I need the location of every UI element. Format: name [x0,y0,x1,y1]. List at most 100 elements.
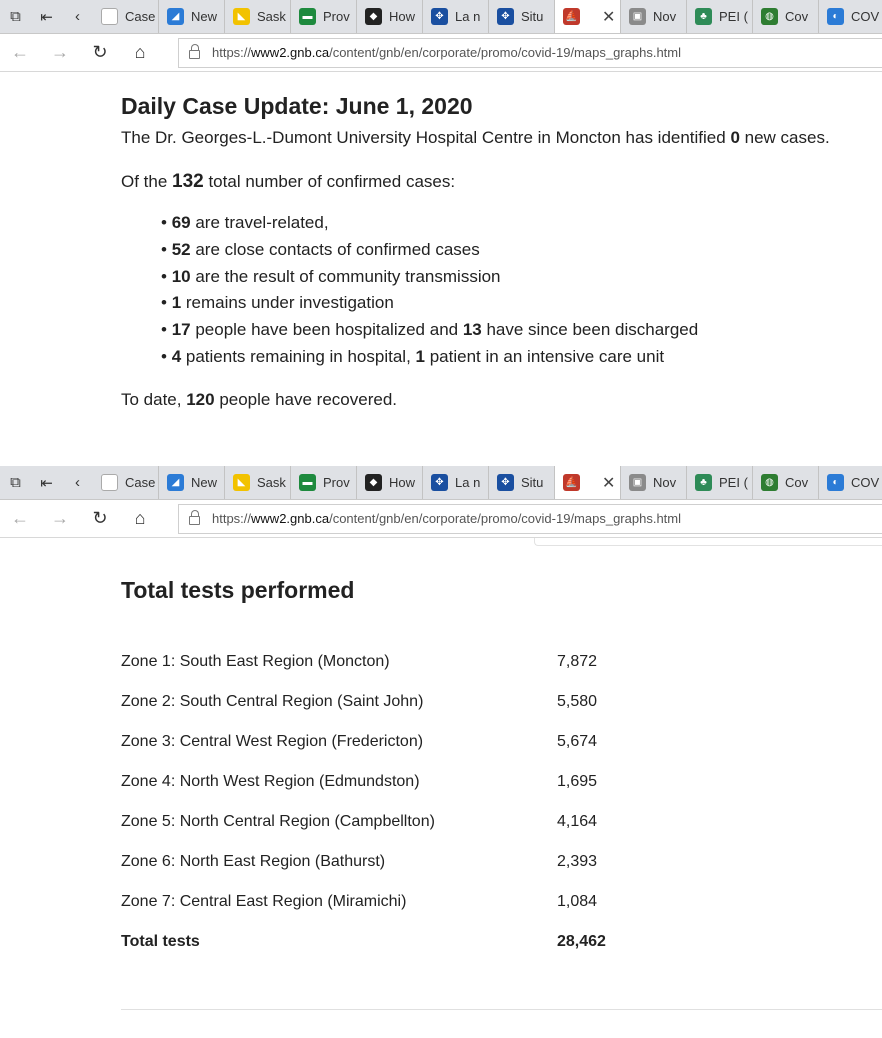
table-row: Zone 5: North Central Region (Campbellto… [121,813,882,853]
fact-number: 1 [415,346,425,366]
browser-tab[interactable]: ◐ COV [819,466,882,499]
tab-label: PEI ( [719,9,748,24]
browser-tab[interactable]: ▣ Nov [621,0,687,33]
fact-number: 69 [171,213,191,232]
browser-tab[interactable]: ♣ PEI ( [687,0,753,33]
browser-tab[interactable]: Case [93,0,159,33]
tab-favicon-icon: ▬ [299,8,316,25]
new-cases-count: 0 [730,128,740,147]
refresh-icon[interactable]: ↻ [80,508,120,529]
fact-number: 13 [462,320,482,340]
tab-favicon-icon: ◣ [233,8,250,25]
tab-strip: Case ◢ New ◣ Sask ▬ Prov ◆ How ✥ La n ✥ Situ ⛵ ✕ ▣ Nov ♣ P… [93,466,882,499]
tab-favicon-icon: ◍ [761,8,778,25]
daily-update-title: Daily Case Update: June 1, 2020 [121,93,473,119]
tab-favicon-icon: ◐ [827,474,844,491]
tab-label: Prov [323,9,350,24]
zone-test-count: 2,393 [557,853,598,870]
navigation-bar: ← → ↻ ⌂ https://www2.gnb.ca/content/gnb/… [0,500,882,538]
browser-tab[interactable]: ⛵ ✕ [555,0,621,33]
home-icon[interactable]: ⌂ [120,42,160,63]
fact-number: 1 [171,293,182,313]
browser-tab[interactable]: ✥ Situ [489,0,555,33]
browser-tab[interactable]: ▣ Nov [621,466,687,499]
recovered-text: To date, [121,389,187,409]
browser-tab[interactable]: ◍ Cov [753,0,819,33]
refresh-icon[interactable]: ↻ [80,42,120,63]
tab-favicon-icon: ⛵ [563,474,580,491]
address-bar[interactable]: https://www2.gnb.ca/content/gnb/en/corpo… [178,503,882,534]
browser-tab[interactable]: ◆ How [357,0,423,33]
set-aside-tabs-icon[interactable]: ⇤ [31,0,62,33]
table-row: Zone 2: South Central Region (Saint John… [121,693,882,733]
tab-label: Cov [785,475,809,490]
home-icon[interactable]: ⌂ [120,508,160,529]
fact-text: remains under investigation [181,293,394,313]
zone-test-count: 1,695 [557,773,598,790]
browser-tab[interactable]: ◢ New [159,466,225,499]
tab-bar: ⧉ ⇤ ‹ Case ◢ New ◣ Sask ▬ Prov ◆ How ✥ La n ✥ Situ ⛵ ✕… [0,466,882,500]
table-row: Zone 6: North East Region (Bathurst) 2,39… [121,853,882,893]
recovered-paragraph: To date, 120 people have recovered. [121,388,882,412]
fact-text: people have been hospitalized and [190,320,463,340]
back-arrow-icon[interactable]: ← [0,42,40,63]
tests-section: Total tests performed Zone 1: South East… [121,545,882,973]
tab-favicon-icon: ◢ [167,474,184,491]
hospital-text-end: new cases. [739,128,830,147]
zone-test-count: 7,872 [557,653,598,670]
section-divider [121,1009,882,1010]
browser-tab[interactable]: ◍ Cov [753,466,819,499]
tab-favicon-icon: ✥ [497,474,514,491]
close-tab-icon[interactable]: ✕ [602,7,615,27]
browser-tab[interactable]: ▬ Prov [291,466,357,499]
hospital-text: The Dr. Georges-L.-Dumont University Hos… [121,128,731,147]
fact-number: 52 [171,239,191,259]
tab-favicon-icon [101,474,118,491]
tab-label: COV [851,475,880,490]
browser-tab[interactable]: ◢ New [159,0,225,33]
navigation-bar: ← → ↻ ⌂ https://www2.gnb.ca/content/gnb/… [0,34,882,72]
browser-tab[interactable]: Case [93,466,159,499]
tab-actions-icon[interactable]: ⧉ [0,466,31,499]
total-label: Total tests [121,933,200,950]
tab-label: La n [455,475,481,490]
tab-favicon-icon: ✥ [431,8,448,25]
recovered-count: 120 [186,389,215,409]
url-path: /content/gnb/en/corporate/promo/covid-19… [329,45,681,60]
tab-favicon-icon: ▬ [299,474,316,491]
close-tab-icon[interactable]: ✕ [602,473,615,493]
scroll-tabs-left-icon[interactable]: ‹ [62,0,93,33]
browser-window-top: ⧉ ⇤ ‹ Case ◢ New ◣ Sask ▬ Prov ◆ How ✥ La n ✥ Situ ⛵ ✕… [0,0,882,72]
case-fact-item: 52 are close contacts of confirmed cases [161,237,882,264]
browser-tab[interactable]: ⛵ ✕ [555,466,621,499]
browser-tab[interactable]: ♣ PEI ( [687,466,753,499]
tab-label: Case [125,475,156,490]
browser-tab[interactable]: ◣ Sask [225,466,291,499]
browser-tab[interactable]: ▬ Prov [291,0,357,33]
set-aside-tabs-icon[interactable]: ⇤ [31,466,62,499]
tab-favicon-icon: ◣ [233,474,250,491]
forward-arrow-icon[interactable]: → [40,42,80,63]
browser-tab[interactable]: ◣ Sask [225,0,291,33]
browser-tab[interactable]: ✥ Situ [489,466,555,499]
browser-tab[interactable]: ✥ La n [423,0,489,33]
browser-tab[interactable]: ◐ COV [819,0,882,33]
scroll-tabs-left-icon[interactable]: ‹ [62,466,93,499]
fact-text: are close contacts of confirmed cases [190,239,480,259]
fact-text: are the result of community transmission [190,266,501,286]
tab-actions-icon[interactable]: ⧉ [0,0,31,33]
browser-tab[interactable]: ✥ La n [423,466,489,499]
address-bar[interactable]: https://www2.gnb.ca/content/gnb/en/corpo… [178,37,882,68]
forward-arrow-icon[interactable]: → [40,508,80,529]
recovered-text-end: people have recovered. [214,389,397,409]
zone-test-count: 1,084 [557,893,598,910]
tab-favicon-icon: ▣ [629,8,646,25]
fact-text: have since been discharged [481,320,699,340]
url-prefix: https:// [212,45,252,60]
total-text: Of the [121,172,173,191]
back-arrow-icon[interactable]: ← [0,508,40,529]
case-fact-item: 4 patients remaining in hospital, 1 pati… [161,344,882,371]
zone-name: Zone 6: North East Region (Bathurst) [121,853,386,870]
browser-tab[interactable]: ◆ How [357,466,423,499]
table-row: Zone 4: North West Region (Edmundston) 1,… [121,773,882,813]
